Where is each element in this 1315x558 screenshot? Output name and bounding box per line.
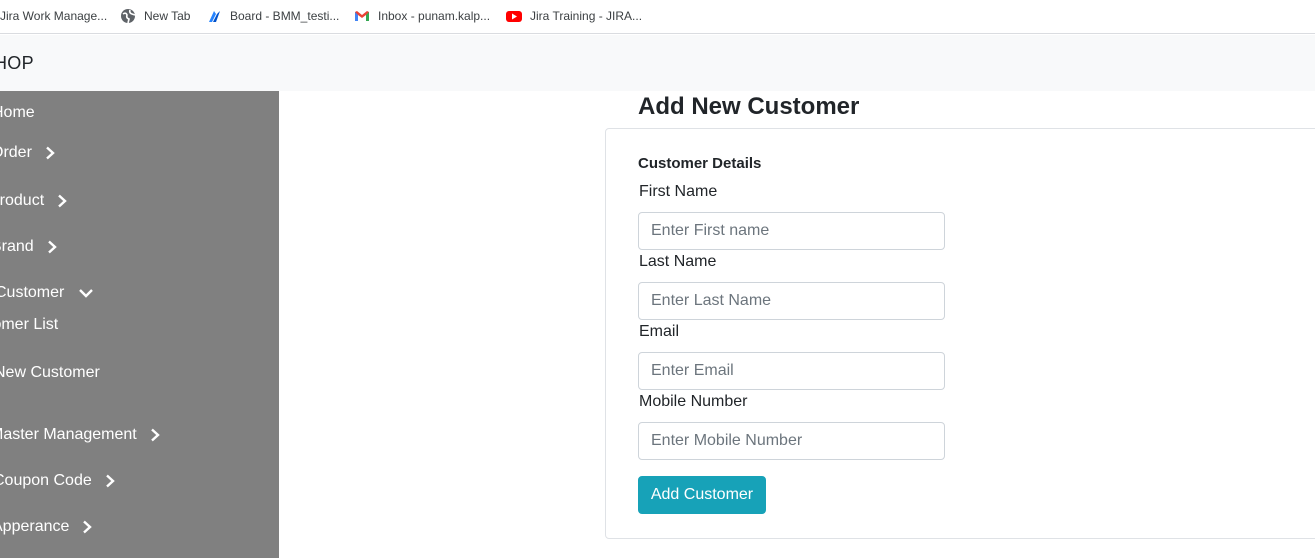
- sidebar-item-label: Product: [0, 192, 45, 209]
- bookmark-board[interactable]: Board - BMM_testi...: [206, 0, 339, 32]
- brand-logo-text[interactable]: HOP: [0, 53, 34, 74]
- chevron-right-icon: [104, 474, 116, 488]
- bookmarks-bar: Jira Work Manage... New Tab Board - BMM_…: [0, 0, 1315, 34]
- bookmark-jira-training[interactable]: Jira Training - JIRA...: [506, 0, 642, 32]
- chevron-right-icon: [44, 146, 56, 160]
- bookmark-label: New Tab: [144, 9, 191, 23]
- sidebar-item-master-management[interactable]: Master Management: [0, 421, 161, 449]
- first-name-label: First Name: [639, 183, 718, 200]
- sidebar-item-brand[interactable]: Brand: [0, 233, 58, 261]
- top-navbar: HOP: [0, 35, 1315, 91]
- mobile-number-label: Mobile Number: [639, 393, 748, 410]
- sidebar-item-label: tomer List: [0, 316, 59, 333]
- sidebar-item-label: l New Customer: [0, 364, 100, 381]
- bookmark-label: Jira Training - JIRA...: [530, 9, 643, 23]
- sidebar-item-coupon-code[interactable]: Coupon Code: [0, 467, 116, 495]
- last-name-input[interactable]: [638, 282, 945, 320]
- email-input[interactable]: [638, 352, 945, 390]
- sidebar-item-order[interactable]: Order: [0, 139, 56, 167]
- last-name-label: Last Name: [639, 253, 717, 270]
- form-heading: Customer Details: [638, 155, 762, 172]
- bookmark-new-tab[interactable]: New Tab: [120, 0, 190, 32]
- bookmark-label: Inbox - punam.kalp...: [378, 9, 491, 23]
- bookmark-label: Jira Work Manage...: [0, 9, 108, 23]
- sidebar-item-label: Home: [0, 104, 35, 121]
- page-title: Add New Customer: [638, 93, 860, 120]
- sidebar-subitem-customer-list[interactable]: tomer List: [0, 311, 58, 339]
- chevron-right-icon: [81, 520, 93, 534]
- sidebar-item-product[interactable]: Product: [0, 187, 68, 215]
- chevron-down-icon: [78, 287, 94, 299]
- sidebar-subitem-add-new-customer[interactable]: l New Customer: [0, 359, 100, 387]
- sidebar-item-home[interactable]: Home: [0, 99, 35, 127]
- first-name-input[interactable]: [638, 212, 945, 250]
- chevron-right-icon: [56, 194, 68, 208]
- chevron-right-icon: [149, 428, 161, 442]
- add-customer-button[interactable]: Add Customer: [638, 476, 766, 514]
- sidebar: Home Order Product Brand Customer tomer …: [0, 91, 279, 558]
- sidebar-item-customer[interactable]: Customer: [0, 279, 94, 307]
- sidebar-item-label: Master Management: [0, 426, 137, 443]
- sidebar-item-label: Order: [0, 144, 32, 161]
- globe-icon: [120, 8, 136, 24]
- sidebar-item-label: Coupon Code: [0, 472, 92, 489]
- bookmark-jira-work[interactable]: Jira Work Manage...: [0, 0, 107, 32]
- sidebar-item-label: Brand: [0, 238, 34, 255]
- chevron-right-icon: [46, 240, 58, 254]
- bookmark-inbox[interactable]: Inbox - punam.kalp...: [354, 0, 490, 32]
- gmail-icon: [354, 8, 370, 24]
- mobile-number-input[interactable]: [638, 422, 945, 460]
- sidebar-item-apperance[interactable]: Apperance: [0, 513, 93, 541]
- sidebar-item-label: Apperance: [0, 518, 70, 535]
- sidebar-item-label: Customer: [0, 284, 65, 301]
- jira-board-icon: [206, 8, 222, 24]
- email-label: Email: [639, 323, 680, 340]
- bookmark-label: Board - BMM_testi...: [230, 9, 340, 23]
- youtube-icon: [506, 8, 522, 24]
